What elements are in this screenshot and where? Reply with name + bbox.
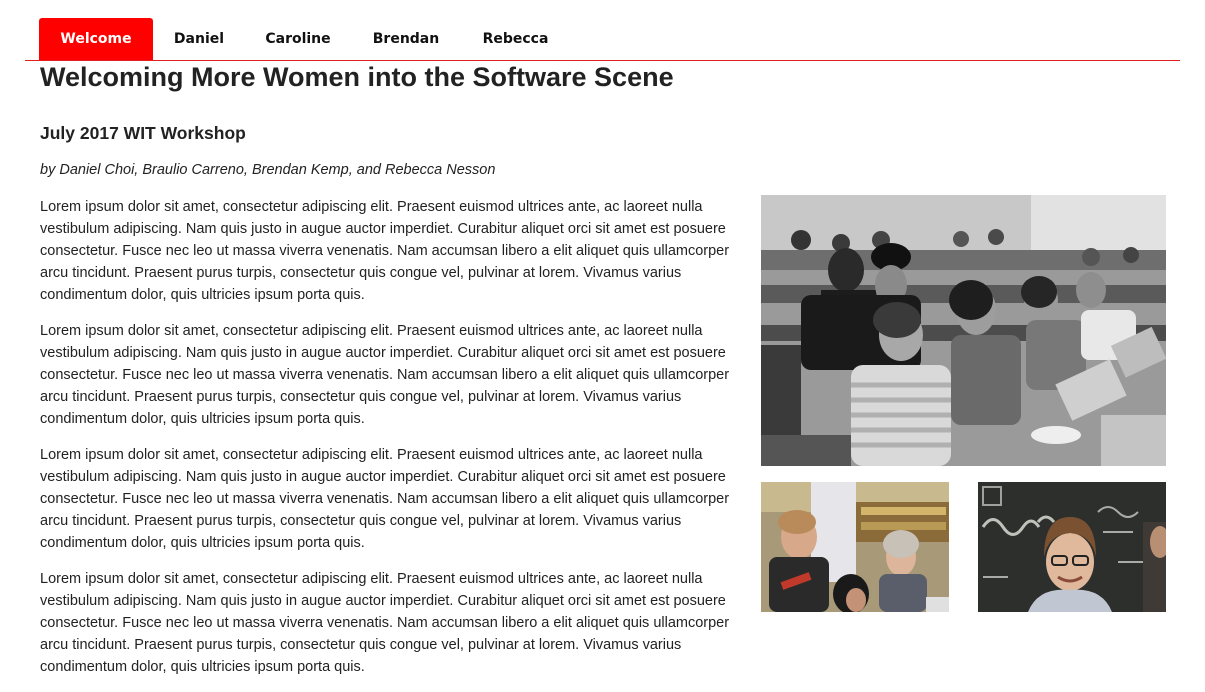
tab-daniel[interactable]: Daniel — [161, 18, 237, 60]
nav-tabs: Welcome Daniel Caroline Brendan Rebecca — [25, 18, 1180, 61]
article-subtitle: July 2017 WIT Workshop — [40, 123, 246, 143]
article-paragraph: Lorem ipsum dolor sit amet, consectetur … — [40, 323, 730, 427]
article-body: Lorem ipsum dolor sit amet, consectetur … — [40, 196, 740, 692]
page-title: Welcoming More Women into the Software S… — [40, 62, 674, 92]
workshop-photo — [761, 482, 949, 612]
classroom-photo — [761, 195, 1166, 466]
chalkboard-portrait-photo — [978, 482, 1166, 612]
article-byline: by Daniel Choi, Braulio Carreno, Brendan… — [40, 162, 496, 178]
article-paragraph: Lorem ipsum dolor sit amet, consectetur … — [40, 447, 730, 551]
tab-rebecca[interactable]: Rebecca — [468, 18, 563, 60]
tab-caroline[interactable]: Caroline — [253, 18, 343, 60]
article-paragraph: Lorem ipsum dolor sit amet, consectetur … — [40, 199, 730, 303]
article-paragraph: Lorem ipsum dolor sit amet, consectetur … — [40, 571, 730, 675]
tab-welcome[interactable]: Welcome — [39, 18, 153, 60]
tab-brendan[interactable]: Brendan — [360, 18, 452, 60]
